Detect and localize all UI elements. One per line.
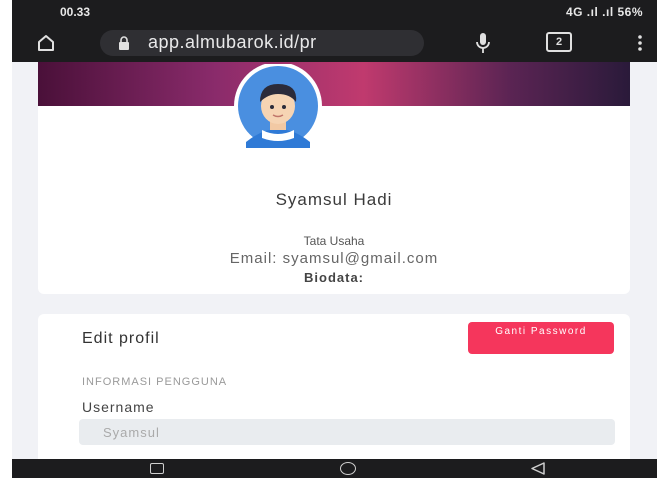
url-text[interactable]: app.almubarok.id/pr	[148, 32, 317, 53]
edit-profile-title: Edit profil	[82, 330, 160, 347]
mic-icon[interactable]	[474, 32, 492, 54]
edit-profile-card: Edit profil Ganti Password INFORMASI PEN…	[38, 314, 630, 459]
lock-icon	[119, 36, 129, 50]
page-content: Syamsul Hadi Tata Usaha Email: syamsul@g…	[12, 62, 657, 459]
username-field[interactable]	[79, 419, 615, 445]
status-indicators: 4G .ıl .ıl 56%	[565, 5, 643, 19]
nav-recent-icon[interactable]	[150, 463, 164, 474]
section-label: INFORMASI PENGGUNA	[82, 376, 228, 388]
browser-toolbar: app.almubarok.id/pr 2	[12, 24, 657, 62]
cover-image	[38, 62, 630, 106]
status-time: 00.33	[60, 5, 91, 19]
change-password-button[interactable]: Ganti Password	[468, 322, 614, 354]
address-bar[interactable]: app.almubarok.id/pr	[100, 30, 424, 56]
avatar-icon	[234, 64, 322, 150]
phone-screen: 00.33 4G .ıl .ıl 56% app.almubarok.id/pr…	[0, 0, 669, 478]
username-label: Username	[82, 399, 155, 415]
menu-icon[interactable]	[638, 34, 642, 52]
nav-home-icon[interactable]	[340, 462, 356, 475]
android-nav-bar	[12, 459, 657, 478]
profile-name: Syamsul Hadi	[275, 190, 393, 209]
profile-email: Email: syamsul@gmail.com	[229, 250, 439, 267]
nav-back-icon[interactable]	[530, 462, 546, 475]
profile-card: Syamsul Hadi Tata Usaha Email: syamsul@g…	[38, 62, 630, 294]
status-bar: 00.33 4G .ıl .ıl 56%	[12, 0, 657, 24]
home-icon[interactable]	[36, 33, 56, 53]
biodata-label: Biodata:	[304, 270, 364, 285]
profile-role: Tata Usaha	[303, 234, 365, 248]
tabs-icon[interactable]: 2	[546, 32, 572, 52]
